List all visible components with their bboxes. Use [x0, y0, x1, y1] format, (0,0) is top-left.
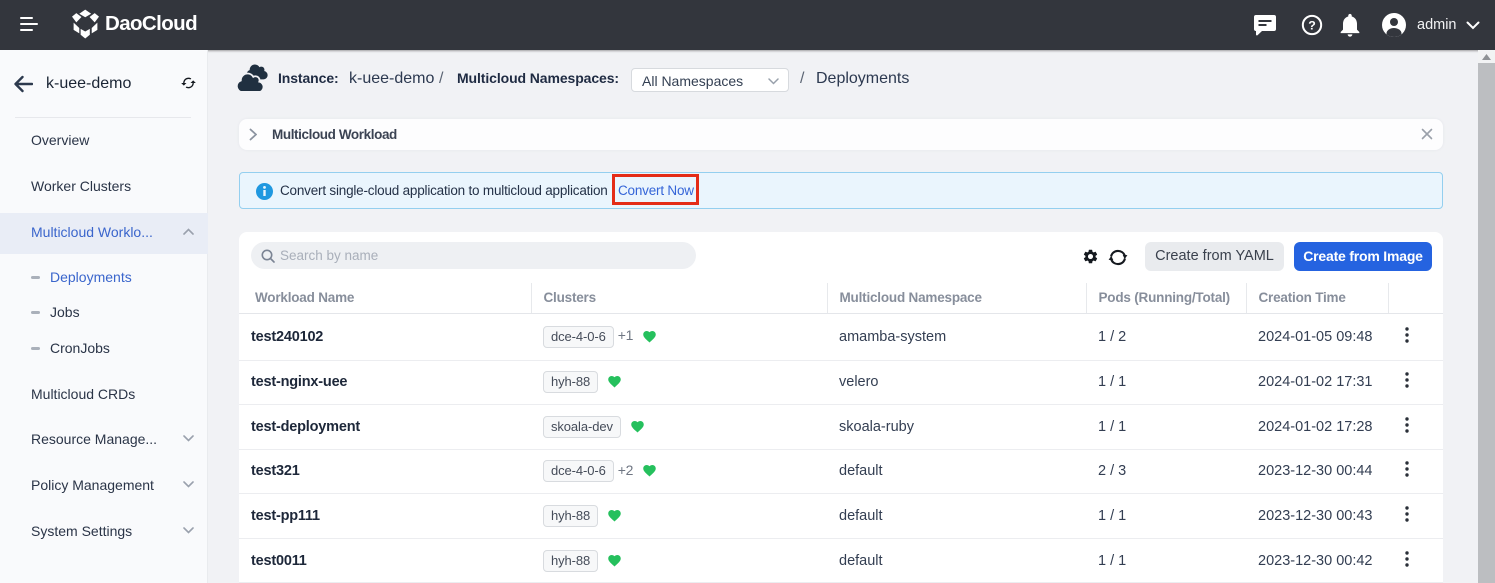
svg-text:?: ?: [1308, 19, 1316, 33]
